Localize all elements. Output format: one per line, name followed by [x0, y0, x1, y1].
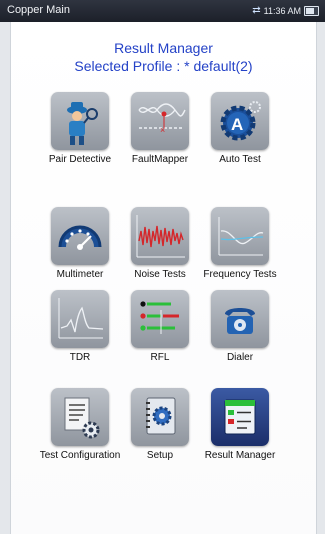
pair-detective-icon [51, 92, 109, 150]
network-icon: ⇄ [252, 5, 261, 16]
dialer-icon [211, 290, 269, 348]
frequency-tests-icon [211, 207, 269, 265]
rfl-button[interactable]: RFL [117, 290, 209, 386]
selected-profile: Selected Profile : * default(2) [74, 58, 253, 74]
multimeter-icon [51, 207, 109, 265]
page-heading: Result Manager Selected Profile : * defa… [11, 39, 316, 75]
tdr-button[interactable]: TDR [37, 290, 129, 386]
noise-tests-button[interactable]: Noise Tests [117, 207, 209, 303]
test-configuration-icon [51, 388, 109, 446]
screen: Copper Main ⇄ 11:36 AM Result Manager Se… [0, 0, 325, 534]
main-content: Result Manager Selected Profile : * defa… [10, 22, 317, 534]
auto-test-button[interactable]: A Auto Test [197, 92, 289, 188]
frequency-tests-button[interactable]: Frequency Tests [197, 207, 289, 303]
faultmapper-icon: × [131, 92, 189, 150]
tdr-icon [51, 290, 109, 348]
tile-label: Result Manager [204, 450, 276, 461]
multimeter-button[interactable]: Multimeter [37, 207, 129, 303]
tile-label: Auto Test [219, 154, 261, 165]
title-bar: Copper Main ⇄ 11:36 AM [0, 0, 325, 22]
clock: 11:36 AM [263, 5, 301, 16]
result-manager-button[interactable]: Result Manager [197, 388, 289, 484]
page-title: Result Manager [114, 40, 213, 56]
battery-icon [304, 5, 319, 16]
test-configuration-button[interactable]: Test Configuration [37, 388, 129, 484]
status-area: ⇄ 11:36 AM [252, 5, 319, 16]
app-title: Copper Main [7, 4, 70, 16]
svg-text:×: × [160, 125, 165, 135]
tile-label: Dialer [226, 352, 254, 363]
rfl-icon [131, 290, 189, 348]
result-manager-icon [211, 388, 269, 446]
dialer-button[interactable]: Dialer [197, 290, 289, 386]
svg-text:A: A [231, 115, 243, 134]
noise-tests-icon [131, 207, 189, 265]
auto-test-icon: A [211, 92, 269, 150]
setup-button[interactable]: Setup [117, 388, 209, 484]
pair-detective-button[interactable]: Pair Detective [37, 92, 129, 188]
setup-icon [131, 388, 189, 446]
tile-label: Frequency Tests [203, 269, 277, 280]
faultmapper-button[interactable]: × FaultMapper [117, 92, 209, 188]
